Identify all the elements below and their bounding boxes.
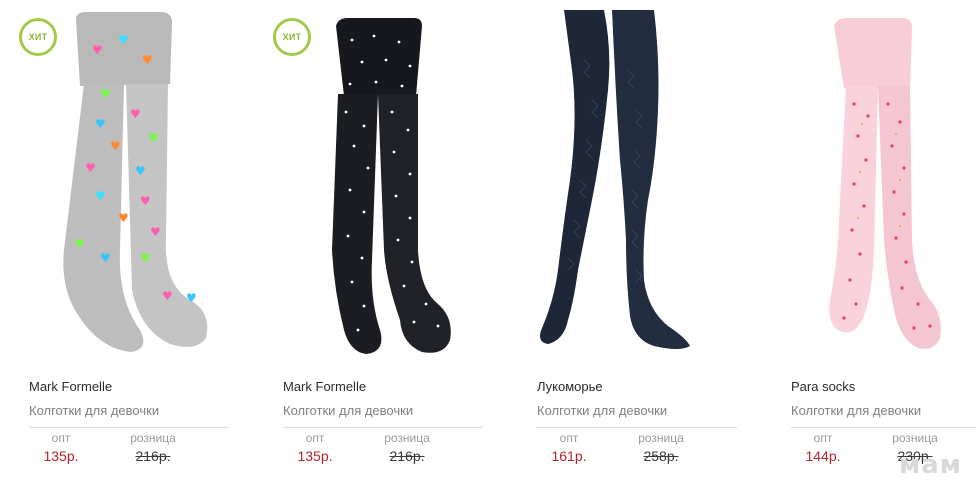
opt-price: 135р. xyxy=(43,448,79,464)
svg-text:♥: ♥ xyxy=(135,164,146,178)
svg-text:♥: ♥ xyxy=(95,117,106,131)
product-card[interactable]: Лукоморье Колготки для девочки опт розни… xyxy=(508,0,762,492)
opt-price: 144р. xyxy=(805,448,841,464)
product-card[interactable]: ХИТ Mark Formelle Колготки для девочки о… xyxy=(254,0,508,492)
navy-tights-image xyxy=(540,10,690,349)
retail-label: розница xyxy=(130,431,176,445)
svg-text:♥: ♥ xyxy=(162,289,173,303)
hit-badge: ХИТ xyxy=(19,18,57,56)
svg-text:♥: ♥ xyxy=(74,237,85,251)
divider xyxy=(283,427,483,428)
pink-tights-image xyxy=(829,18,941,349)
retail-label: розница xyxy=(638,431,684,445)
svg-text:♥: ♥ xyxy=(148,131,159,145)
product-image[interactable] xyxy=(762,0,976,365)
svg-text:♥: ♥ xyxy=(142,53,153,67)
product-card[interactable]: Para socks Колготки для девочки опт розн… xyxy=(762,0,976,492)
divider xyxy=(29,427,229,428)
svg-text:♥: ♥ xyxy=(85,161,96,175)
retail-price: 216р. xyxy=(135,448,171,464)
svg-text:♥: ♥ xyxy=(100,251,111,265)
retail-price: 216р. xyxy=(389,448,425,464)
svg-text:♥: ♥ xyxy=(118,211,129,225)
svg-text:♥: ♥ xyxy=(100,87,111,101)
retail-label: розница xyxy=(892,431,938,445)
opt-label: опт xyxy=(305,431,325,445)
svg-text:♥: ♥ xyxy=(130,107,141,121)
site-watermark: мам xyxy=(898,450,962,480)
opt-label: опт xyxy=(813,431,833,445)
retail-price: 258р. xyxy=(643,448,679,464)
svg-text:♥: ♥ xyxy=(95,189,106,203)
svg-text:♥: ♥ xyxy=(150,225,161,239)
divider xyxy=(791,427,976,428)
product-category: Колготки для девочки xyxy=(537,403,668,418)
svg-text:♥: ♥ xyxy=(186,291,197,305)
svg-text:♥: ♥ xyxy=(118,33,129,47)
hit-badge: ХИТ xyxy=(273,18,311,56)
product-category: Колготки для девочки xyxy=(283,403,414,418)
opt-price: 135р. xyxy=(297,448,333,464)
product-brand[interactable]: Mark Formelle xyxy=(283,379,366,394)
product-card[interactable]: ♥ ♥ ♥ ♥ ♥ ♥ ♥ ♥ ♥ ♥ ♥ ♥ ♥ ♥ ♥ ♥ ♥ ♥ ♥ ХИ… xyxy=(0,0,254,492)
product-grid: ♥ ♥ ♥ ♥ ♥ ♥ ♥ ♥ ♥ ♥ ♥ ♥ ♥ ♥ ♥ ♥ ♥ ♥ ♥ ХИ… xyxy=(0,0,976,492)
product-image[interactable] xyxy=(508,0,762,365)
svg-text:♥: ♥ xyxy=(140,251,151,265)
product-category: Колготки для девочки xyxy=(29,403,160,418)
opt-label: опт xyxy=(559,431,579,445)
product-brand[interactable]: Лукоморье xyxy=(537,379,603,394)
divider xyxy=(537,427,737,428)
svg-text:♥: ♥ xyxy=(110,139,121,153)
retail-label: розница xyxy=(384,431,430,445)
product-brand[interactable]: Mark Formelle xyxy=(29,379,112,394)
product-brand[interactable]: Para socks xyxy=(791,379,855,394)
svg-text:♥: ♥ xyxy=(92,43,103,57)
opt-price: 161р. xyxy=(551,448,587,464)
opt-label: опт xyxy=(51,431,71,445)
svg-text:♥: ♥ xyxy=(140,194,151,208)
product-category: Колготки для девочки xyxy=(791,403,922,418)
